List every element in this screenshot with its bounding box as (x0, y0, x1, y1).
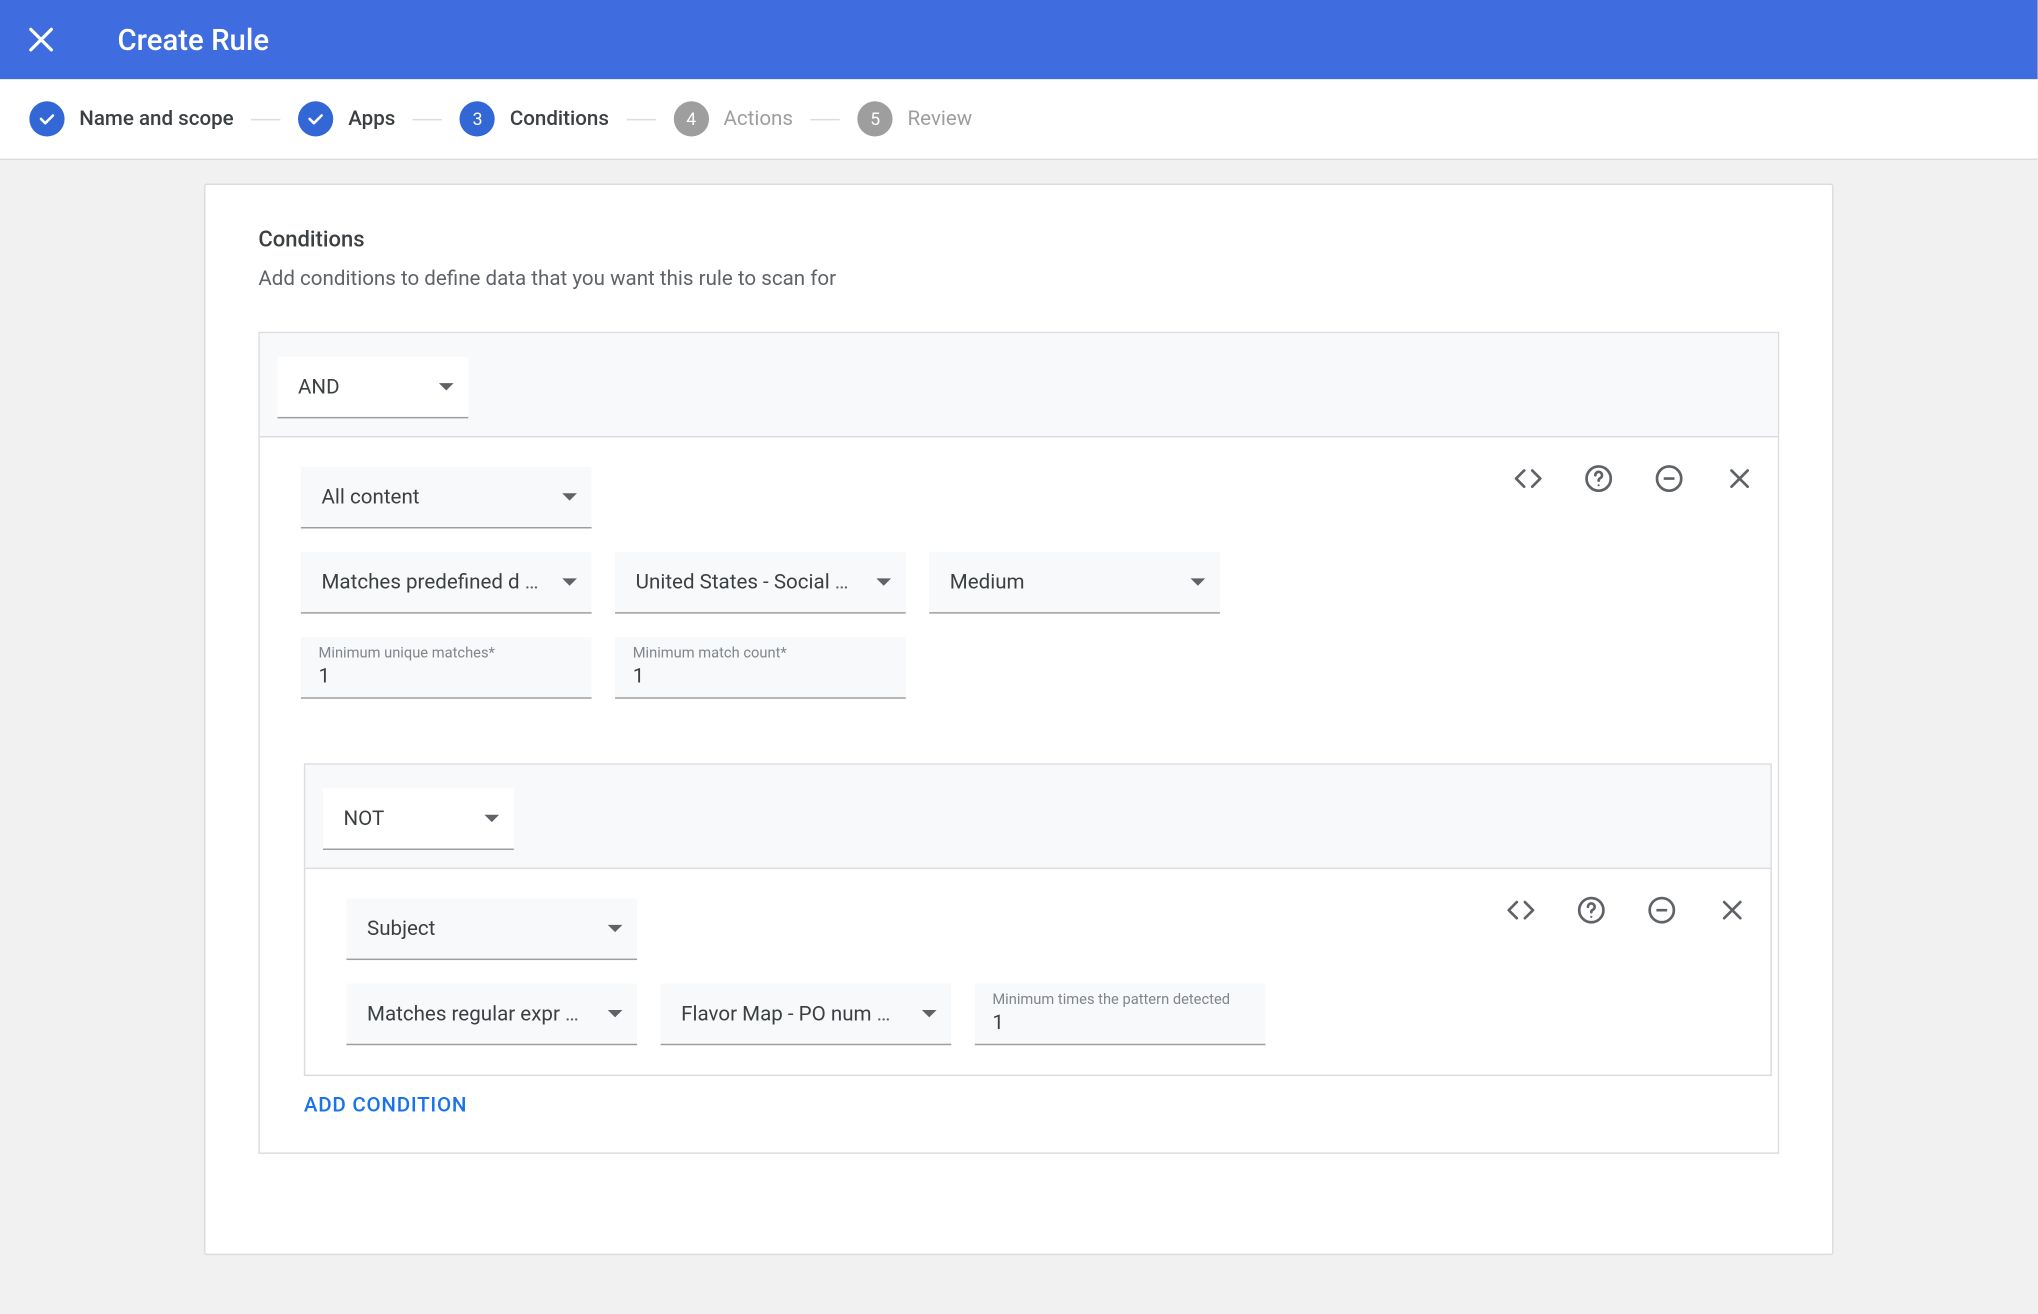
nested-group-wrapper: NOT (260, 728, 1778, 1152)
stepper: Name and scope Apps 3 Conditions 4 Actio… (0, 79, 2038, 160)
step-separator (413, 118, 442, 119)
chevron-down-icon (922, 1010, 937, 1017)
confidence-value: Medium (950, 570, 1025, 593)
condition-group-not: NOT (304, 763, 1772, 1076)
step-actions[interactable]: 4 Actions (674, 101, 793, 136)
scope-select[interactable]: Subject (346, 898, 637, 960)
confidence-select[interactable]: Medium (929, 552, 1220, 614)
close-icon[interactable] (1715, 893, 1750, 928)
code-icon[interactable] (1503, 893, 1538, 928)
chevron-down-icon (876, 578, 891, 585)
field-label: Minimum times the pattern detected (992, 992, 1247, 1008)
field-value: 1 (319, 665, 574, 688)
operator-select[interactable]: AND (277, 357, 468, 419)
check-icon (298, 101, 333, 136)
classifier-select[interactable]: United States - Social (615, 552, 906, 614)
add-condition-button[interactable]: ADD CONDITION (304, 1094, 1772, 1117)
help-icon[interactable] (1574, 893, 1609, 928)
step-number-badge: 3 (460, 101, 495, 136)
step-label: Actions (723, 107, 793, 130)
chevron-down-icon (562, 493, 577, 500)
step-separator (251, 118, 280, 119)
classifier-value: United States - Social (636, 570, 849, 593)
condition-group-header: NOT (305, 765, 1770, 869)
section-title: Conditions (258, 226, 1779, 252)
chevron-down-icon (608, 925, 623, 932)
dialog-header: Create Rule (0, 0, 2038, 79)
section-subtitle: Add conditions to define data that you w… (258, 267, 1779, 290)
operator-value: NOT (344, 807, 385, 830)
help-icon[interactable] (1581, 461, 1616, 496)
condition-action-icons (1511, 461, 1758, 496)
code-icon[interactable] (1511, 461, 1546, 496)
pattern-select[interactable]: Flavor Map - PO num (661, 984, 952, 1046)
step-label: Review (908, 107, 973, 130)
step-label: Apps (348, 107, 395, 130)
chevron-down-icon (608, 1010, 623, 1017)
condition-body: Subject Matches regular expr (305, 869, 1770, 1075)
step-label: Name and scope (79, 107, 233, 130)
match-type-value: Matches regular expr (367, 1002, 579, 1025)
step-apps[interactable]: Apps (298, 101, 395, 136)
condition-action-icons (1503, 893, 1750, 928)
step-number-badge: 5 (858, 101, 893, 136)
min-match-count-field[interactable]: Minimum match count* 1 (615, 637, 906, 699)
step-separator (627, 118, 656, 119)
scope-value: Subject (367, 917, 435, 940)
close-icon[interactable] (1722, 461, 1757, 496)
conditions-card: Conditions Add conditions to define data… (204, 184, 1833, 1256)
step-separator (811, 118, 840, 119)
step-review[interactable]: 5 Review (858, 101, 973, 136)
pattern-value: Flavor Map - PO num (681, 1002, 890, 1025)
chevron-down-icon (1191, 578, 1206, 585)
chevron-down-icon (484, 815, 499, 822)
condition-body: All content Matches predefined d United … (260, 437, 1778, 728)
condition-group-and: AND (258, 332, 1779, 1154)
scope-value: All content (321, 485, 419, 508)
remove-circle-icon[interactable] (1644, 893, 1679, 928)
operator-select[interactable]: NOT (323, 788, 514, 850)
close-icon[interactable] (23, 22, 58, 57)
match-type-select[interactable]: Matches predefined d (301, 552, 592, 614)
field-value: 1 (992, 1011, 1247, 1034)
step-label: Conditions (510, 107, 609, 130)
step-name-and-scope[interactable]: Name and scope (29, 101, 233, 136)
step-conditions[interactable]: 3 Conditions (460, 101, 609, 136)
min-unique-matches-field[interactable]: Minimum unique matches* 1 (301, 637, 592, 699)
min-pattern-detected-field[interactable]: Minimum times the pattern detected 1 (975, 984, 1266, 1046)
chevron-down-icon (562, 578, 577, 585)
scope-select[interactable]: All content (301, 467, 592, 529)
page-body: Conditions Add conditions to define data… (0, 160, 2038, 1314)
field-value: 1 (633, 665, 888, 688)
check-icon (29, 101, 64, 136)
condition-group-header: AND (260, 333, 1778, 437)
field-label: Minimum unique matches* (319, 646, 574, 662)
operator-value: AND (298, 375, 340, 398)
chevron-down-icon (439, 383, 454, 390)
field-label: Minimum match count* (633, 646, 888, 662)
remove-circle-icon[interactable] (1652, 461, 1687, 496)
dialog-title: Create Rule (117, 22, 269, 57)
match-type-value: Matches predefined d (321, 570, 538, 593)
match-type-select[interactable]: Matches regular expr (346, 984, 637, 1046)
step-number-badge: 4 (674, 101, 709, 136)
